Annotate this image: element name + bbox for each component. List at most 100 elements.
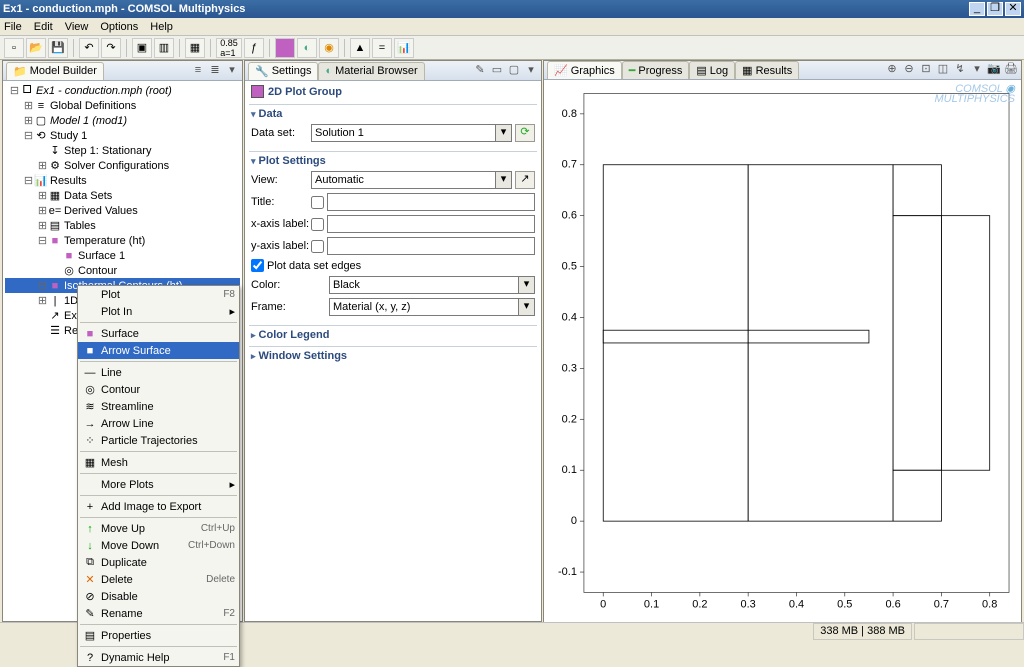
zoom-out-icon[interactable]: ⊖ (902, 63, 916, 77)
save-icon[interactable]: 💾 (48, 38, 68, 58)
tree-item[interactable]: ⊞≡Global Definitions (5, 98, 240, 113)
max-panel-icon[interactable]: ▢ (507, 64, 521, 78)
brush-icon[interactable]: ✎ (473, 64, 487, 78)
close-button[interactable]: ✕ (1005, 2, 1021, 16)
context-menu-item[interactable]: ▦Mesh (78, 454, 239, 471)
color-select[interactable]: Black (329, 276, 519, 294)
dropdown-icon[interactable]: ▾ (519, 276, 535, 294)
new-icon[interactable]: ▫ (4, 38, 24, 58)
xaxis-input[interactable] (327, 215, 535, 233)
tree-item[interactable]: ⊞▤Tables (5, 218, 240, 233)
axes-icon[interactable]: ↯ (953, 63, 967, 77)
context-menu-item[interactable]: ≋Streamline (78, 398, 239, 415)
context-menu[interactable]: PlotF8Plot In▸ ■Surface■Arrow Surface —Lin… (77, 285, 240, 667)
tree-item[interactable]: ⊟📊Results (5, 173, 240, 188)
context-menu-item[interactable]: ◎Contour (78, 381, 239, 398)
tab-results[interactable]: ▦Results (735, 61, 799, 79)
tree-item[interactable]: ↧Step 1: Stationary (5, 143, 240, 158)
chevron-down-icon[interactable]: ▾ (225, 64, 239, 78)
context-menu-item[interactable]: ✕DeleteDelete (78, 571, 239, 588)
minimize-button[interactable]: _ (969, 2, 985, 16)
menu-view[interactable]: View (65, 21, 89, 33)
snapshot-icon[interactable]: 📷 (987, 63, 1001, 77)
tab-graphics[interactable]: 📈Graphics (547, 61, 622, 79)
context-menu-item[interactable]: ⧉Duplicate (78, 554, 239, 571)
zoom-extents-icon[interactable]: ⊡ (919, 63, 933, 77)
frame-select[interactable]: Material (x, y, z) (329, 298, 519, 316)
context-menu-item[interactable]: PlotF8 (78, 286, 239, 303)
physics-icon[interactable]: ◉ (319, 38, 339, 58)
plot-edges-checkbox[interactable] (251, 259, 264, 272)
context-menu-item[interactable]: Plot In▸ (78, 303, 239, 320)
build-icon[interactable]: ▦ (185, 38, 205, 58)
tab-log[interactable]: ▤Log (689, 61, 735, 79)
context-menu-item[interactable]: ↑Move UpCtrl+Up (78, 520, 239, 537)
title-checkbox[interactable] (311, 196, 324, 209)
context-menu-item[interactable]: ■Arrow Surface (78, 342, 239, 359)
redo-icon[interactable]: ↷ (101, 38, 121, 58)
tree-item[interactable]: ■Surface 1 (5, 248, 240, 263)
model-builder-tab[interactable]: 📁 Model Builder (6, 62, 104, 80)
tree-item[interactable]: ⊟🞐Ex1 - conduction.mph (root) (5, 83, 240, 98)
undo-icon[interactable]: ↶ (79, 38, 99, 58)
menu-edit[interactable]: Edit (34, 21, 53, 33)
context-menu-item[interactable]: ⊘Disable (78, 588, 239, 605)
title-input[interactable] (327, 193, 535, 211)
variables-icon[interactable]: ƒ (244, 38, 264, 58)
tree-item[interactable]: ◎Contour (5, 263, 240, 278)
tree-item[interactable]: ⊟⟲Study 1 (5, 128, 240, 143)
parameters-icon[interactable]: 0.85a=1 (216, 38, 242, 58)
goto-source-icon[interactable]: ⟳ (515, 124, 535, 142)
tab-progress[interactable]: ━Progress (622, 61, 690, 79)
context-menu-item[interactable]: —Line (78, 364, 239, 381)
tree-item[interactable]: ⊞⚙Solver Configurations (5, 158, 240, 173)
dropdown-icon[interactable]: ▾ (519, 298, 535, 316)
menu-help[interactable]: Help (150, 21, 173, 33)
context-menu-item[interactable]: ↓Move DownCtrl+Down (78, 537, 239, 554)
model-library-icon[interactable]: ▥ (154, 38, 174, 58)
plot-group-icon[interactable] (275, 38, 295, 58)
chevron-down-icon[interactable]: ▾ (970, 63, 984, 77)
model-wizard-icon[interactable]: ▣ (132, 38, 152, 58)
view-select[interactable]: Automatic (311, 171, 496, 189)
collapse-icon[interactable]: ≣ (208, 64, 222, 78)
print-icon[interactable]: 🖨 (1004, 63, 1018, 77)
context-menu-item[interactable]: ?Dynamic HelpF1 (78, 649, 239, 666)
dropdown-icon[interactable]: ▾ (496, 171, 512, 189)
context-menu-item[interactable]: More Plots▸ (78, 476, 239, 493)
min-panel-icon[interactable]: ▭ (490, 64, 504, 78)
plot-canvas[interactable]: COMSOL ◉ MULTIPHYSICS 00.10.20.30.40.50.… (544, 80, 1021, 622)
plot-settings-header[interactable]: Plot Settings (251, 155, 535, 167)
maximize-button[interactable]: ❐ (987, 2, 1003, 16)
dataset-select[interactable]: Solution 1 (311, 124, 496, 142)
mesh-icon[interactable]: ▲ (350, 38, 370, 58)
compute-icon[interactable]: = (372, 38, 392, 58)
yaxis-input[interactable] (327, 237, 535, 255)
goto-view-icon[interactable]: ↗ (515, 171, 535, 189)
xaxis-checkbox[interactable] (311, 218, 324, 231)
dropdown-icon[interactable]: ▾ (496, 124, 512, 142)
menu-file[interactable]: File (4, 21, 22, 33)
tree-item[interactable]: ⊞▦Data Sets (5, 188, 240, 203)
context-menu-item[interactable]: ■Surface (78, 325, 239, 342)
tree-item[interactable]: ⊞▢Model 1 (mod1) (5, 113, 240, 128)
menu-options[interactable]: Options (100, 21, 138, 33)
color-legend-header[interactable]: Color Legend (251, 329, 535, 341)
tree-item[interactable]: ⊟■Temperature (ht) (5, 233, 240, 248)
chevron-down-icon[interactable]: ▾ (524, 64, 538, 78)
zoom-select-icon[interactable]: ◫ (936, 63, 950, 77)
open-icon[interactable]: 📂 (26, 38, 46, 58)
context-menu-item[interactable]: ⁘Particle Trajectories (78, 432, 239, 449)
tab-material-browser[interactable]: ◐ Material Browser (318, 62, 424, 80)
context-menu-item[interactable]: +Add Image to Export (78, 498, 239, 515)
materials-icon[interactable]: ◐ (297, 38, 317, 58)
context-menu-item[interactable]: ▤Properties (78, 627, 239, 644)
context-menu-item[interactable]: ✎RenameF2 (78, 605, 239, 622)
tree-item[interactable]: ⊞e=Derived Values (5, 203, 240, 218)
yaxis-checkbox[interactable] (311, 240, 324, 253)
data-section-header[interactable]: Data (251, 108, 535, 120)
zoom-in-icon[interactable]: ⊕ (885, 63, 899, 77)
window-settings-header[interactable]: Window Settings (251, 350, 535, 362)
results-icon[interactable]: 📊 (394, 38, 414, 58)
expand-icon[interactable]: ≡ (191, 64, 205, 78)
